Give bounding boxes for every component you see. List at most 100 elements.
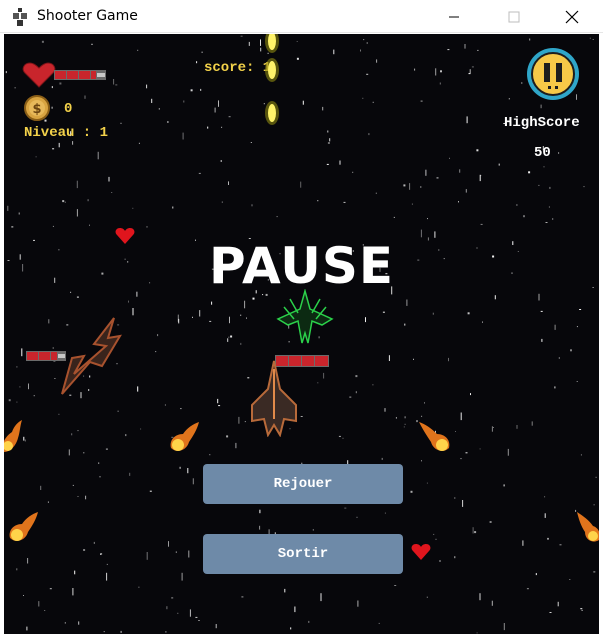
star (260, 39, 261, 46)
laser-bullet-icon (265, 34, 279, 53)
star (372, 101, 374, 103)
star (471, 66, 474, 68)
star (465, 452, 468, 454)
star (327, 142, 330, 144)
star (410, 490, 413, 493)
star (58, 413, 60, 415)
pause-button-icon[interactable] (525, 46, 581, 102)
star (356, 516, 358, 518)
star (16, 568, 18, 571)
star (498, 163, 500, 166)
star (421, 460, 422, 462)
star (409, 183, 411, 190)
minimize-button[interactable] (431, 0, 477, 33)
star (190, 89, 193, 92)
star (14, 87, 16, 89)
highscore-label: HighScore (504, 115, 580, 131)
star (547, 537, 549, 539)
star (357, 600, 359, 607)
star (343, 201, 346, 203)
pause-title: PAUSE (209, 237, 394, 295)
star (220, 160, 222, 162)
star (570, 349, 572, 352)
star (317, 382, 319, 384)
star (259, 525, 261, 530)
game-canvas[interactable]: $ 0 Niveau : 1 score: 1 HighScore 50 PAU… (4, 34, 599, 634)
quit-button[interactable]: Sortir (203, 534, 403, 574)
star (137, 49, 139, 51)
star (420, 186, 422, 188)
star (384, 512, 386, 514)
star (355, 375, 358, 378)
highscore-value: 50 (534, 145, 551, 161)
star (168, 541, 169, 547)
star (376, 59, 378, 63)
fireball-icon (419, 422, 450, 451)
star (87, 199, 89, 202)
star (138, 142, 140, 144)
coin-icon: $ (24, 95, 50, 121)
close-button[interactable] (549, 0, 595, 33)
star (128, 300, 129, 303)
star (459, 169, 461, 173)
star (200, 88, 202, 91)
star (557, 601, 559, 607)
star (427, 218, 428, 220)
star (229, 316, 230, 324)
star (360, 49, 361, 52)
star (480, 175, 482, 177)
star (226, 435, 229, 438)
star (218, 405, 221, 407)
star (76, 180, 78, 189)
star (89, 224, 90, 226)
star (327, 130, 329, 133)
star (157, 334, 159, 337)
star (71, 433, 73, 436)
star (199, 310, 201, 317)
star (120, 122, 122, 124)
star (344, 507, 347, 509)
star (435, 68, 437, 76)
maximize-button[interactable] (491, 0, 537, 33)
svg-text:$: $ (32, 102, 41, 117)
star (93, 541, 95, 544)
score-label: score: 1 (204, 60, 272, 76)
star (529, 38, 531, 41)
star (362, 97, 364, 99)
star (368, 133, 370, 136)
star (48, 319, 50, 324)
star (51, 106, 53, 109)
replay-button[interactable]: Rejouer (203, 464, 403, 504)
star (569, 579, 571, 580)
star (454, 497, 456, 499)
star (52, 148, 55, 150)
star (595, 476, 597, 478)
star (97, 151, 99, 160)
star (211, 301, 213, 305)
star (230, 335, 233, 338)
star (378, 622, 380, 624)
star (146, 84, 148, 89)
star (58, 142, 60, 148)
star (16, 401, 18, 403)
star (192, 478, 194, 485)
star (244, 300, 246, 309)
star (284, 588, 286, 593)
star (508, 98, 510, 100)
star (460, 458, 462, 460)
star (403, 426, 405, 428)
star (476, 149, 479, 152)
star (260, 47, 262, 52)
star (201, 51, 203, 53)
laser-bullet-icon (265, 58, 279, 82)
star (240, 342, 242, 345)
star (129, 472, 131, 476)
star (189, 609, 191, 617)
star (215, 624, 217, 629)
star (329, 138, 331, 142)
window-title: Shooter Game (37, 8, 138, 24)
fireball-icon (577, 512, 599, 542)
star (251, 204, 253, 207)
star (558, 152, 560, 154)
star (40, 485, 42, 490)
